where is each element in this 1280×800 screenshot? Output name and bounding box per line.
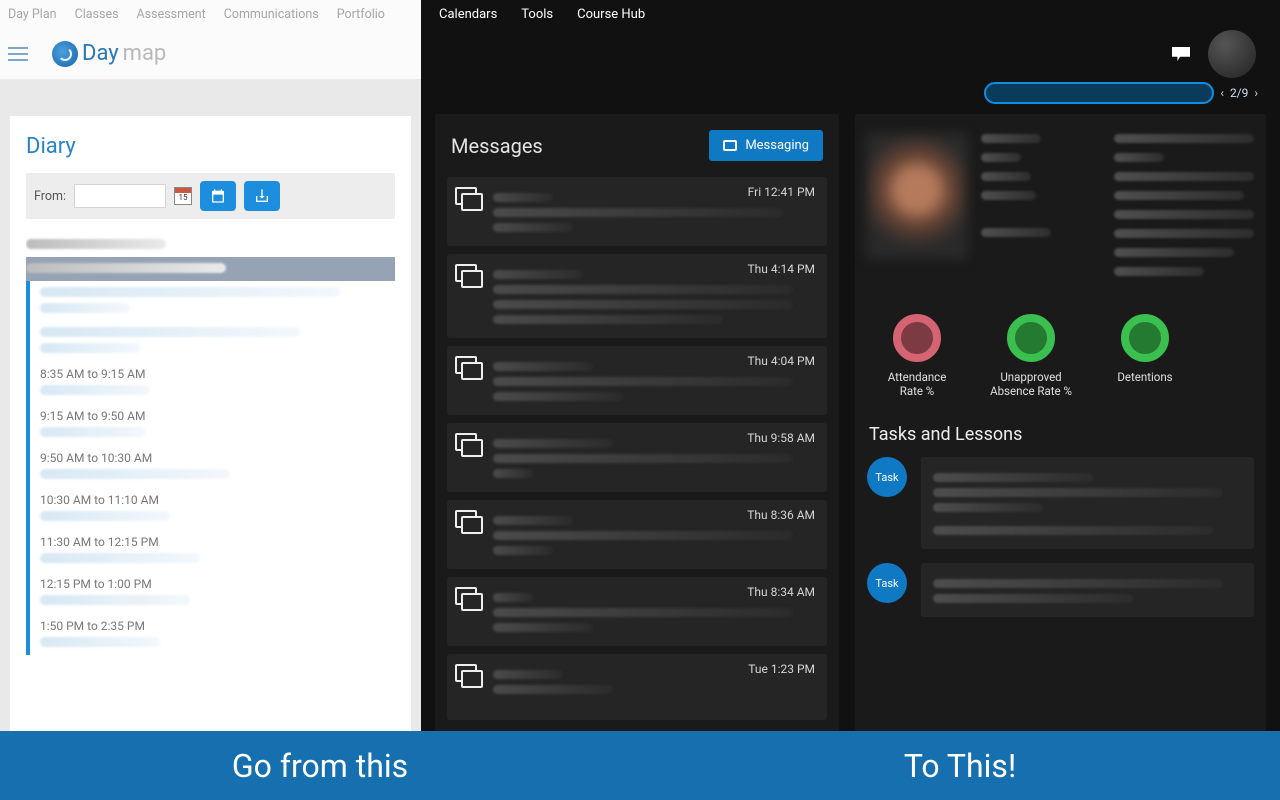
message-item[interactable]: Thu 8:34 AM [447,577,827,646]
message-list: Fri 12:41 PM Thu 4:14 PM [447,177,827,731]
message-time: Thu 8:34 AM [747,585,815,599]
diary-slot[interactable]: 10:30 AM to 11:10 AM [26,487,395,529]
profile-info-col [1114,134,1254,276]
banner-right-text: To This! [640,731,1280,800]
message-item[interactable]: Thu 8:36 AM [447,500,827,569]
message-icon [455,264,481,286]
diary-slot[interactable]: 11:30 AM to 12:15 PM [26,529,395,571]
message-time: Thu 4:14 PM [747,262,815,276]
chat-icon[interactable] [1172,47,1190,61]
from-label: From: [34,189,66,204]
messages-title: Messages [451,134,543,158]
nav-communications[interactable]: Communications [224,7,319,22]
metric-absence: Unapproved Absence Rate % [989,314,1073,398]
nav-dayplan[interactable]: Day Plan [8,7,57,22]
messaging-button[interactable]: Messaging [709,130,823,161]
message-item[interactable]: Fri 12:41 PM [447,177,827,246]
date-input[interactable] [74,184,166,208]
diary-title: Diary [26,134,395,159]
message-icon [455,664,481,686]
message-icon [455,510,481,532]
logo-icon [52,41,78,67]
message-icon [455,187,481,209]
tasks-title: Tasks and Lessons [869,424,1254,445]
message-time: Fri 12:41 PM [748,185,815,199]
left-top-nav: Day Plan Classes Assessment Communicatio… [0,0,421,28]
pager-count: 2/9 [1230,86,1248,100]
profile-info-col [981,134,1100,276]
left-brand-bar: Daymap [0,28,421,80]
calendar-icon[interactable]: 15 [174,187,192,205]
message-item[interactable]: Thu 4:14 PM [447,254,827,338]
nav-classes[interactable]: Classes [75,7,119,22]
diary-slot[interactable]: 1:50 PM to 2:35 PM [26,613,395,655]
diary-item[interactable] [26,321,395,361]
nav-coursehub[interactable]: Course Hub [577,7,645,22]
metric-detentions: Detentions [1103,314,1187,398]
message-icon [455,433,481,455]
right-brand-bar [421,28,1280,80]
message-icon [455,356,481,378]
diary-toolbar: From: 15 [26,173,395,219]
message-time: Thu 8:36 AM [747,508,815,522]
metrics-row: Attendance Rate % Unapproved Absence Rat… [867,300,1254,404]
task-item[interactable]: Task [867,457,1254,549]
nav-calendars[interactable]: Calendars [439,7,497,22]
diary-panel: Diary From: 15 [10,116,411,731]
diary-slot[interactable]: 9:15 AM to 9:50 AM [26,403,395,445]
detentions-ring-icon [1121,314,1169,362]
diary-item[interactable] [26,281,395,321]
profile-panel: Attendance Rate % Unapproved Absence Rat… [855,114,1266,731]
banner-left-text: Go from this [0,731,640,800]
export-button[interactable] [244,181,280,211]
message-item[interactable]: Tue 1:23 PM [447,654,827,720]
light-theme-pane: Day Plan Classes Assessment Communicatio… [0,0,421,731]
messaging-icon [723,140,737,151]
pager: ‹ 2/9 › [984,82,1260,104]
metric-attendance: Attendance Rate % [875,314,959,398]
task-badge: Task [867,457,907,497]
message-time: Thu 9:58 AM [747,431,815,445]
message-time: Thu 4:04 PM [747,354,815,368]
message-item[interactable]: Thu 4:04 PM [447,346,827,415]
profile-header [867,126,1254,276]
nav-tools[interactable]: Tools [521,7,553,22]
message-time: Tue 1:23 PM [748,662,815,676]
diary-item-selected[interactable] [26,257,395,281]
search-input[interactable] [984,82,1214,104]
menu-icon[interactable] [8,47,28,61]
message-icon [455,587,481,609]
logo-text: Day [82,41,119,66]
messages-panel: Messages Messaging Fri 12:41 PM [435,114,839,731]
diary-item[interactable] [26,233,395,257]
chevron-right-icon[interactable]: › [1252,86,1260,100]
logo-suffix: map [123,41,167,66]
diary-slot[interactable]: 9:50 AM to 10:30 AM [26,445,395,487]
message-item[interactable]: Thu 9:58 AM [447,423,827,492]
diary-slot[interactable]: 8:35 AM to 9:15 AM [26,361,395,403]
nav-assessment[interactable]: Assessment [137,7,206,22]
daymap-logo: Daymap [52,41,166,67]
open-calendar-button[interactable] [200,181,236,211]
task-badge: Task [867,563,907,603]
diary-list: 8:35 AM to 9:15 AM 9:15 AM to 9:50 AM 9:… [26,233,395,731]
comparison-banner: Go from this To This! [0,731,1280,800]
diary-slot[interactable]: 12:15 PM to 1:00 PM [26,571,395,613]
right-top-nav: Calendars Tools Course Hub [421,0,1280,28]
profile-photo [867,134,967,258]
task-item[interactable]: Task [867,563,1254,617]
attendance-ring-icon [893,314,941,362]
avatar[interactable] [1208,30,1256,78]
chevron-left-icon[interactable]: ‹ [1218,86,1226,100]
nav-portfolio[interactable]: Portfolio [337,7,385,22]
dark-theme-pane: Calendars Tools Course Hub ‹ 2/9 › Messa… [421,0,1280,731]
absence-ring-icon [1007,314,1055,362]
